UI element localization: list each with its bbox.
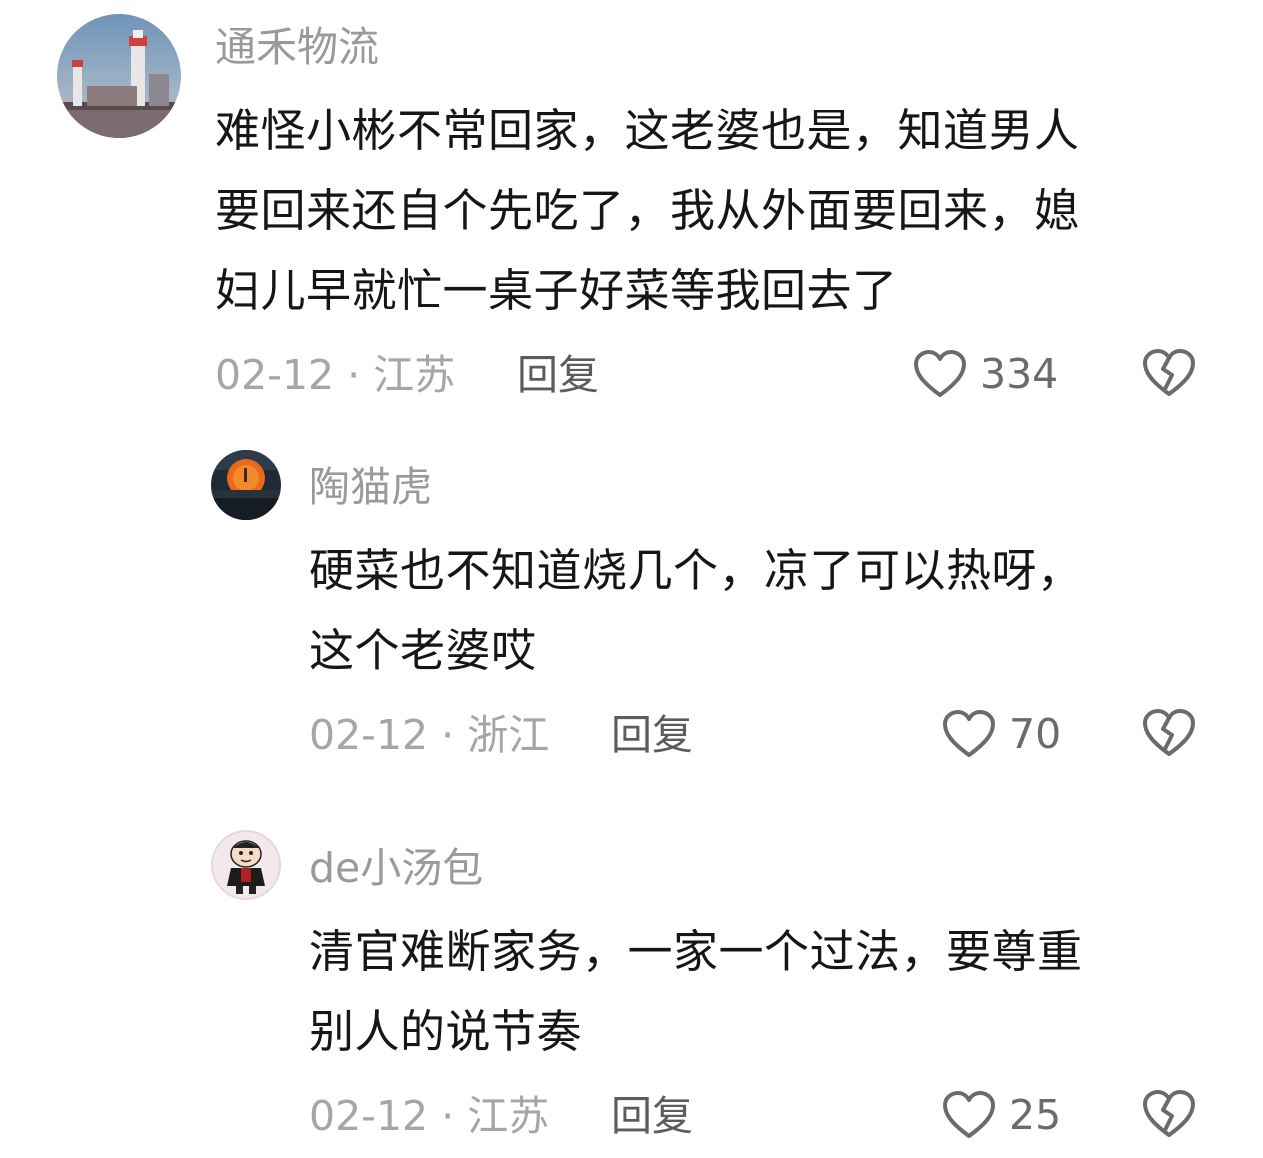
- heart-outline-icon: [943, 1091, 995, 1138]
- reply-button[interactable]: 回复: [611, 1091, 693, 1141]
- comment-text-line: 清官难断家务，一家一个过法，要尊重: [309, 925, 1083, 978]
- like-count: 25: [1009, 1091, 1062, 1139]
- comment-text: 清官难断家务，一家一个过法，要尊重 别人的说节奏: [309, 912, 1229, 1072]
- comment-date-location: 02-12 · 江苏: [309, 1092, 550, 1140]
- avatar-image-cartoon: [211, 830, 281, 900]
- comment-item: de小汤包 清官难断家务，一家一个过法，要尊重 别人的说节奏 02-12 · 江…: [0, 0, 1263, 1158]
- comment-text-line: 别人的说节奏: [309, 1005, 583, 1058]
- avatar[interactable]: [211, 830, 281, 900]
- dislike-button[interactable]: [1141, 1088, 1197, 1140]
- like-button[interactable]: 25: [941, 1089, 1061, 1141]
- broken-heart-icon: [1143, 1090, 1195, 1137]
- comment-list: 通禾物流 难怪小彬不常回家，这老婆也是，知道男人 要回来还自个先吃了，我从外面要…: [0, 0, 1263, 1158]
- comment-username[interactable]: de小汤包: [309, 843, 483, 893]
